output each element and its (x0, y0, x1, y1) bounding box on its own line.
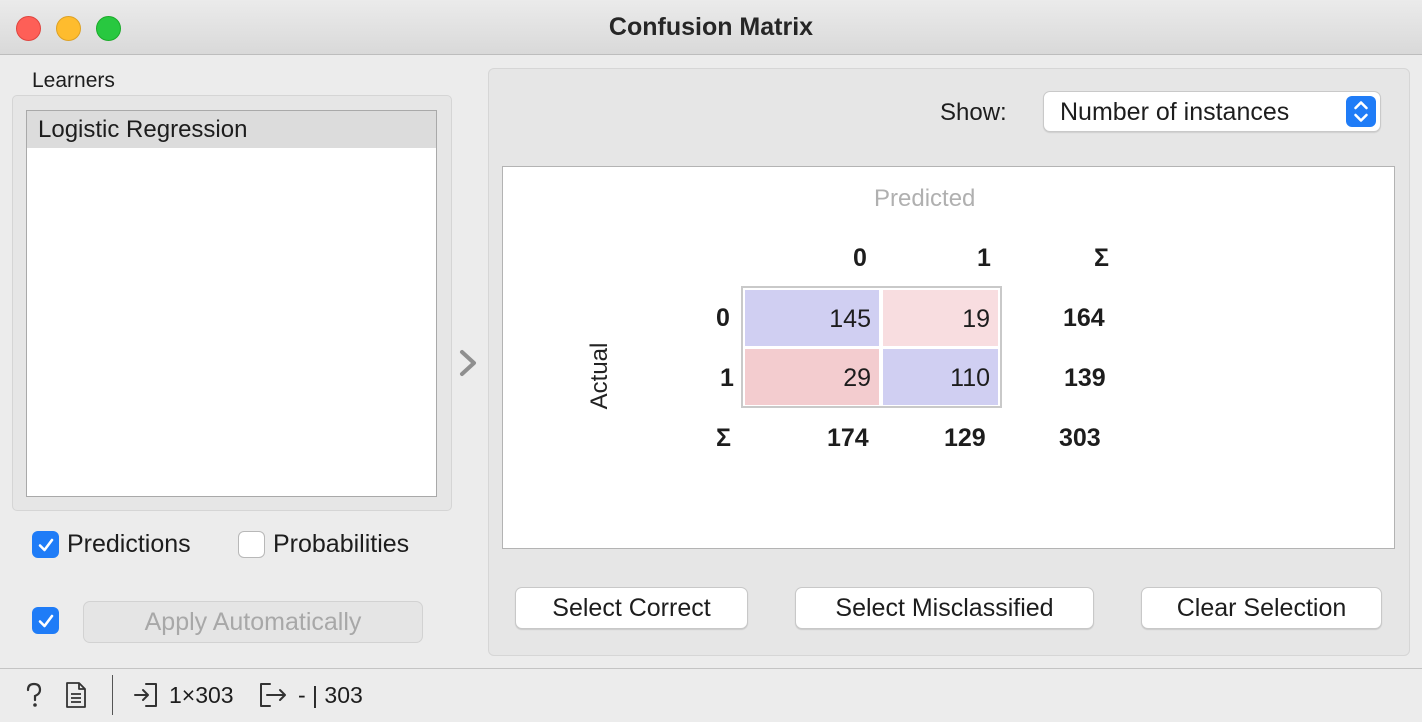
select-misclassified-button[interactable]: Select Misclassified (795, 587, 1094, 629)
auto-apply-option[interactable] (32, 607, 67, 634)
checkmark-icon (38, 538, 53, 551)
title-bar: Confusion Matrix (0, 0, 1422, 55)
col-header-sum: Σ (1094, 244, 1110, 272)
checkmark-icon (38, 614, 53, 627)
select-arrows-icon (1346, 96, 1376, 127)
matrix-cell[interactable]: 145 (745, 290, 879, 346)
learners-list[interactable]: Logistic Regression (26, 110, 437, 497)
row-header-sum: Σ (716, 424, 732, 452)
status-separator (112, 675, 113, 715)
predicted-axis-label: Predicted (874, 185, 976, 212)
matrix-cell[interactable]: 29 (745, 349, 879, 405)
matrix-cell[interactable]: 19 (883, 290, 998, 346)
row-total-0: 164 (1063, 304, 1105, 332)
row-header-0: 0 (716, 304, 730, 332)
predictions-option[interactable]: Predictions (32, 530, 191, 559)
chevron-right-icon[interactable] (458, 348, 480, 386)
predictions-checkbox[interactable] (32, 531, 59, 558)
show-select[interactable]: Number of instances (1043, 91, 1381, 132)
actual-axis-label: Actual (586, 342, 613, 410)
col-total-0: 174 (827, 424, 869, 452)
matrix-cell[interactable]: 110 (883, 349, 998, 405)
col-header-1: 1 (977, 244, 991, 272)
input-summary-text: 1×303 (169, 681, 234, 708)
learners-label: Learners (32, 69, 115, 92)
window-title: Confusion Matrix (608, 13, 814, 41)
output-summary-text: - | 303 (298, 681, 363, 708)
probabilities-label: Probabilities (273, 530, 410, 558)
row-total-1: 139 (1064, 364, 1106, 392)
show-label: Show: (940, 99, 1007, 126)
input-icon (134, 683, 157, 707)
output-summary[interactable]: - | 303 (258, 681, 363, 709)
select-correct-button[interactable]: Select Correct (515, 587, 748, 629)
help-icon[interactable] (22, 681, 46, 709)
report-icon[interactable] (64, 681, 88, 709)
auto-apply-checkbox[interactable] (32, 607, 59, 634)
clear-selection-button[interactable]: Clear Selection (1141, 587, 1382, 629)
col-total-1: 129 (944, 424, 986, 452)
input-summary[interactable]: 1×303 (133, 681, 234, 709)
learner-item[interactable]: Logistic Regression (27, 111, 436, 148)
apply-button[interactable]: Apply Automatically (83, 601, 423, 643)
grand-total: 303 (1059, 424, 1101, 452)
predictions-label: Predictions (67, 530, 191, 558)
col-header-0: 0 (853, 244, 867, 272)
probabilities-option[interactable]: Probabilities (238, 530, 409, 559)
output-icon (260, 683, 286, 707)
status-bar: 1×303 - | 303 (0, 668, 1422, 722)
show-selected-value: Number of instances (1060, 98, 1290, 126)
row-header-1: 1 (720, 364, 734, 392)
probabilities-checkbox[interactable] (238, 531, 265, 558)
